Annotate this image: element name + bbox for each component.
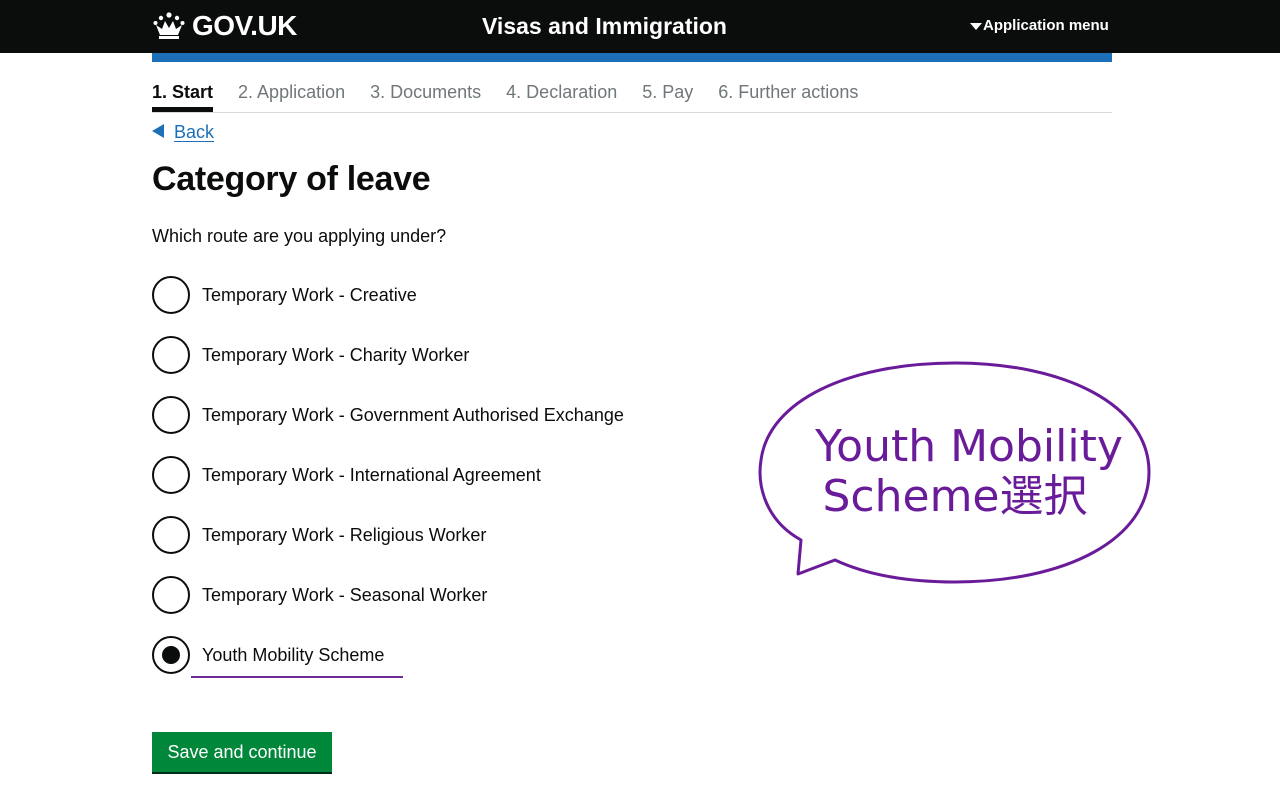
save-and-continue-button[interactable]: Save and continue <box>152 732 332 772</box>
annotation-line-1: Youth Mobility <box>815 421 1123 472</box>
radio-label: Temporary Work - Religious Worker <box>202 525 487 545</box>
radio-option-charity-worker[interactable]: Temporary Work - Charity Worker <box>152 336 624 374</box>
radio-button[interactable] <box>152 396 190 434</box>
step-navigation: 1. Start 2. Application 3. Documents 4. … <box>152 78 1112 113</box>
caret-down-icon <box>970 22 982 30</box>
route-radio-group: Temporary Work - Creative Temporary Work… <box>152 276 624 696</box>
annotation-speech-bubble: Youth Mobility Scheme選択 <box>755 360 1155 590</box>
radio-label: Temporary Work - International Agreement <box>202 465 541 485</box>
step-declaration: 4. Declaration <box>506 82 618 102</box>
step-further-actions: 6. Further actions <box>718 82 859 102</box>
radio-button-selected[interactable] <box>152 636 190 674</box>
application-menu-label: Application menu <box>983 17 1109 34</box>
service-name[interactable]: Visas and Immigration <box>482 12 727 40</box>
radio-label: Youth Mobility Scheme <box>202 645 385 665</box>
logo-text: GOV.UK <box>192 10 297 41</box>
radio-button[interactable] <box>152 276 190 314</box>
back-arrow-icon <box>152 124 164 138</box>
radio-option-creative[interactable]: Temporary Work - Creative <box>152 276 624 314</box>
step-documents: 3. Documents <box>370 82 482 102</box>
radio-button[interactable] <box>152 336 190 374</box>
application-menu-toggle[interactable]: Application menu <box>970 16 1109 36</box>
back-link[interactable]: Back <box>152 120 214 144</box>
radio-label: Temporary Work - Seasonal Worker <box>202 585 488 605</box>
radio-button[interactable] <box>152 576 190 614</box>
annotation-line-2: Scheme選択 <box>822 471 1088 522</box>
header-accent-bar <box>152 53 1112 62</box>
selection-highlight-underline <box>191 676 403 678</box>
crown-icon <box>153 12 185 39</box>
step-application: 2. Application <box>238 82 346 102</box>
radio-option-seasonal-worker[interactable]: Temporary Work - Seasonal Worker <box>152 576 624 614</box>
radio-option-government-authorised-exchange[interactable]: Temporary Work - Government Authorised E… <box>152 396 624 434</box>
question-text: Which route are you applying under? <box>152 226 447 246</box>
govuk-logo[interactable]: GOV.UK <box>152 10 297 42</box>
step-start: 1. Start <box>152 78 214 112</box>
radio-option-youth-mobility-scheme[interactable]: Youth Mobility Scheme <box>152 636 624 674</box>
radio-label: Temporary Work - Government Authorised E… <box>202 405 624 425</box>
radio-button[interactable] <box>152 516 190 554</box>
back-link-label: Back <box>174 122 215 142</box>
page-title: Category of leave <box>152 160 431 198</box>
site-header: GOV.UK Visas and Immigration Application… <box>0 0 1280 53</box>
annotation-text: Youth Mobility Scheme選択 <box>755 422 1155 522</box>
radio-option-religious-worker[interactable]: Temporary Work - Religious Worker <box>152 516 624 554</box>
radio-label: Temporary Work - Creative <box>202 285 417 305</box>
radio-option-international-agreement[interactable]: Temporary Work - International Agreement <box>152 456 624 494</box>
step-pay: 5. Pay <box>642 82 694 102</box>
radio-button[interactable] <box>152 456 190 494</box>
radio-label: Temporary Work - Charity Worker <box>202 345 470 365</box>
